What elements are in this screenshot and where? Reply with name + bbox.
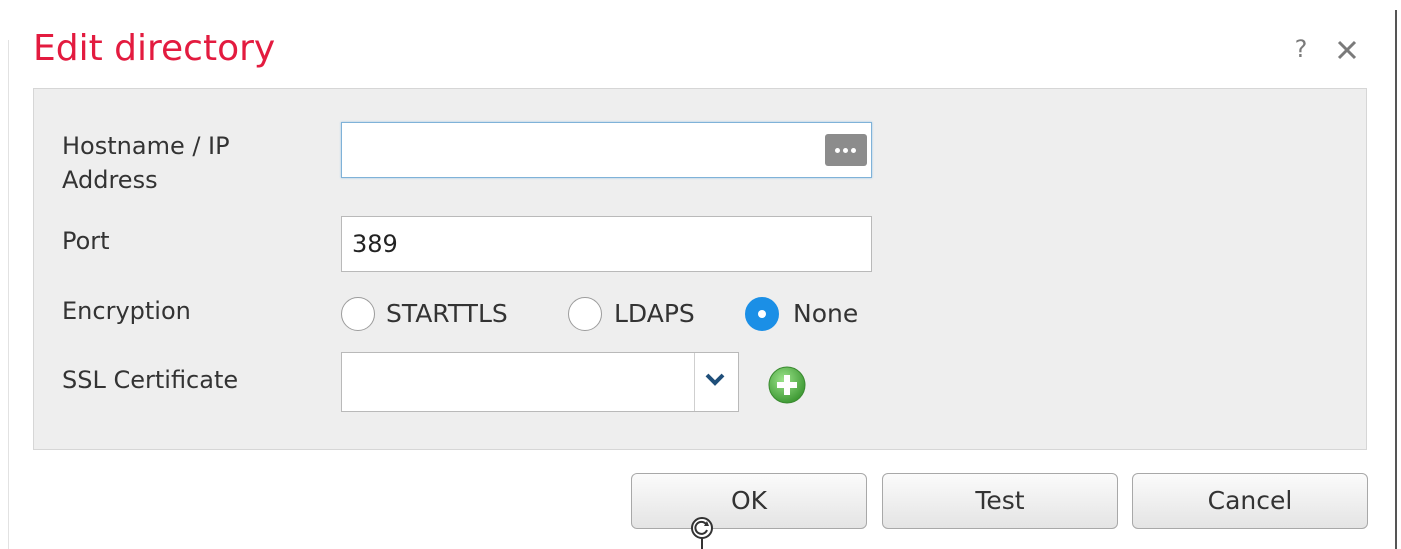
ssl-certificate-select[interactable]: [341, 352, 739, 412]
cancel-button[interactable]: Cancel: [1132, 473, 1368, 529]
dialog-right-border: [1395, 10, 1397, 549]
chevron-down-icon[interactable]: [704, 371, 726, 387]
dialog-title: Edit directory: [33, 28, 276, 69]
hostname-input[interactable]: [341, 122, 872, 178]
ellipsis-icon[interactable]: [825, 134, 867, 166]
close-icon[interactable]: [1333, 36, 1361, 64]
radio-selected-dot: [758, 310, 766, 318]
ok-button[interactable]: OK: [631, 473, 867, 529]
busy-cursor-icon: [691, 517, 713, 549]
radio-starttls[interactable]: [341, 297, 375, 331]
select-divider: [694, 353, 695, 411]
encryption-label: Encryption: [62, 297, 191, 325]
help-icon[interactable]: ?: [1290, 34, 1312, 64]
port-input[interactable]: [341, 216, 872, 272]
radio-ldaps-label[interactable]: LDAPS: [614, 297, 695, 331]
ssl-certificate-label: SSL Certificate: [62, 366, 239, 394]
dialog-left-border: [8, 40, 9, 549]
test-button[interactable]: Test: [882, 473, 1118, 529]
edit-directory-dialog: Edit directory ? Hostname / IP Address P…: [0, 0, 1401, 549]
radio-starttls-label[interactable]: STARTTLS: [386, 297, 508, 331]
hostname-label: Hostname / IP Address: [62, 132, 230, 194]
radio-none-label[interactable]: None: [793, 297, 858, 331]
radio-none[interactable]: [745, 297, 779, 331]
add-circle-icon[interactable]: [767, 365, 807, 405]
radio-ldaps[interactable]: [568, 297, 602, 331]
port-label: Port: [62, 227, 110, 255]
